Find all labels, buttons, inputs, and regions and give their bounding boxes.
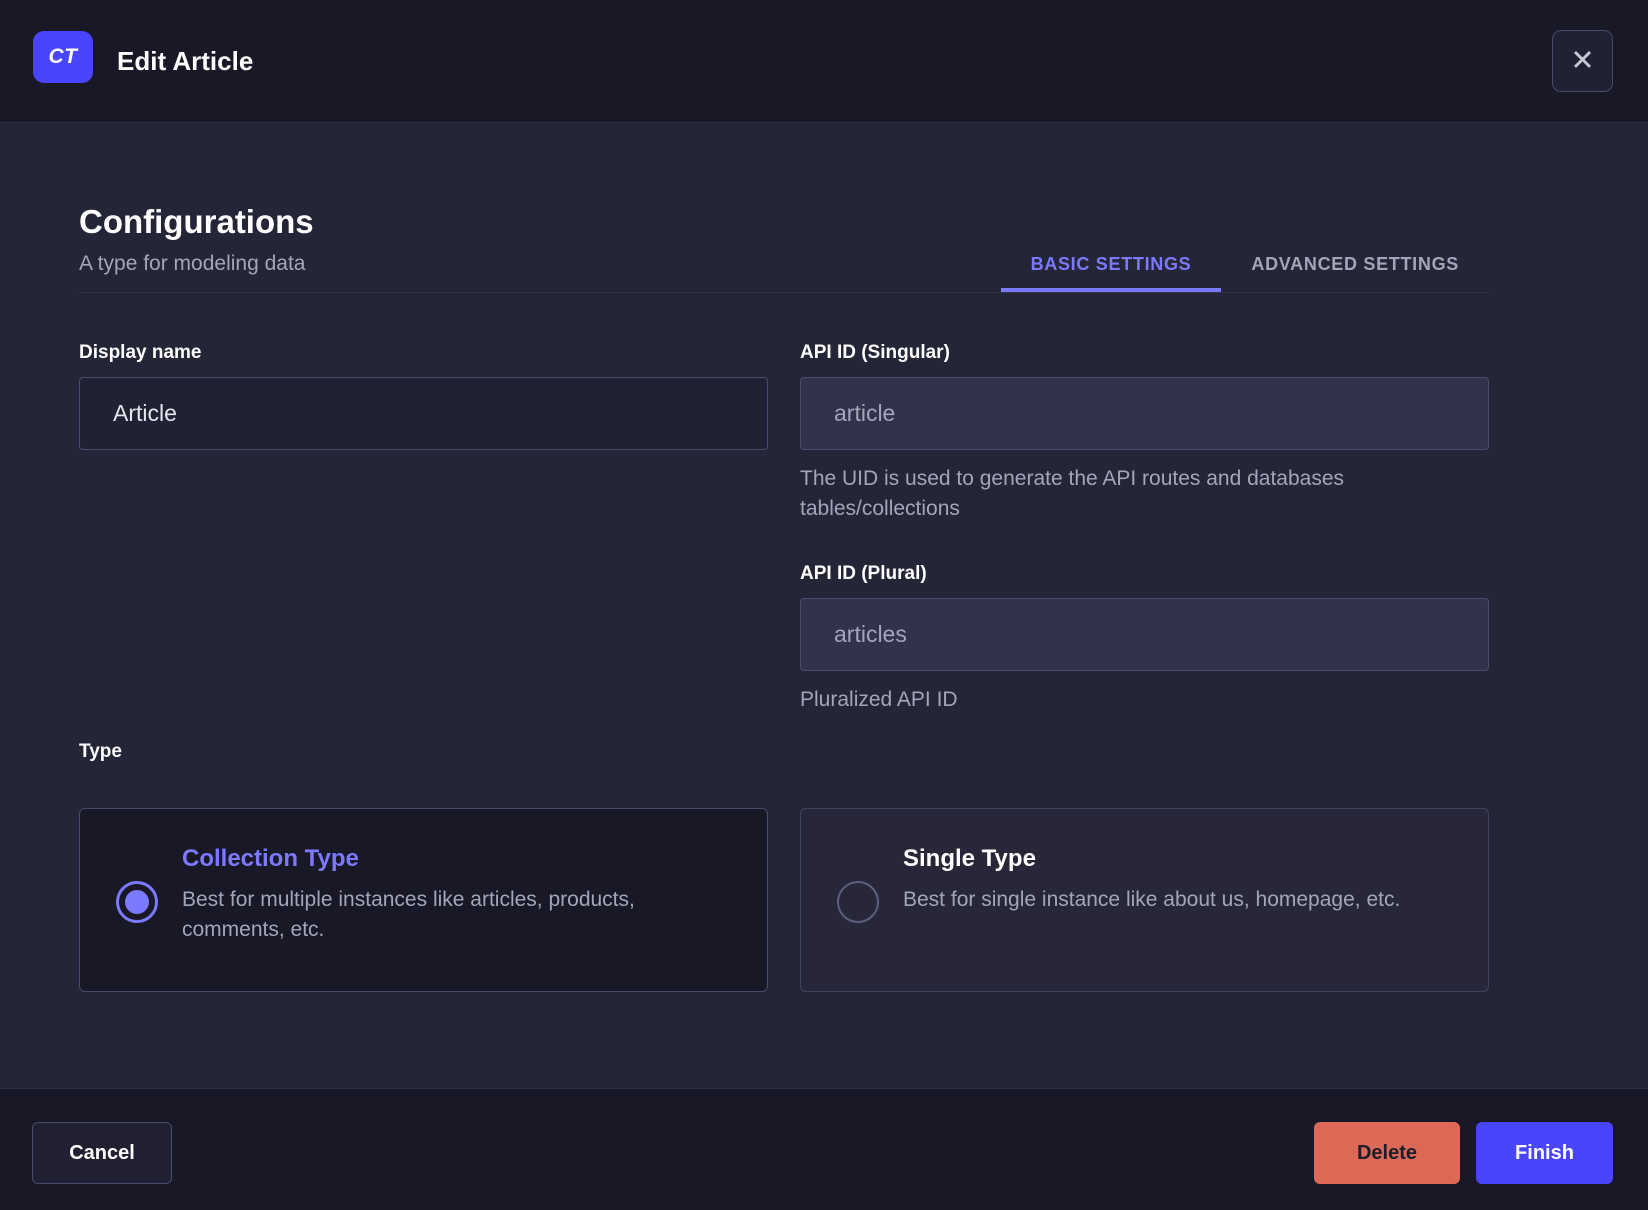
left-column: Display name — [79, 341, 768, 715]
type-section: Type Collection Type Best for multiple i… — [79, 740, 1489, 992]
single-type-option[interactable]: Single Type Best for single instance lik… — [800, 808, 1489, 992]
tab-advanced-settings[interactable]: ADVANCED SETTINGS — [1221, 254, 1489, 292]
page-title: Configurations — [79, 203, 314, 240]
display-name-input[interactable] — [79, 377, 768, 450]
collection-type-radio[interactable] — [116, 881, 158, 923]
modal-body: Configurations A type for modeling data … — [0, 124, 1648, 1088]
content-type-badge: CT — [33, 31, 93, 83]
configuration-form: Display name API ID (Singular) The UID i… — [79, 341, 1489, 715]
finish-button[interactable]: Finish — [1476, 1122, 1613, 1184]
radio-selected-dot-icon — [125, 890, 149, 914]
single-type-text: Single Type Best for single instance lik… — [903, 843, 1400, 915]
configurations-header: Configurations A type for modeling data … — [79, 124, 1489, 293]
api-id-singular-input[interactable] — [800, 377, 1489, 450]
tab-basic-settings[interactable]: BASIC SETTINGS — [1000, 254, 1222, 292]
edit-article-modal: CT Edit Article ✕ Configurations A type … — [0, 0, 1648, 1210]
settings-tabs: BASIC SETTINGS ADVANCED SETTINGS — [1000, 254, 1489, 292]
api-id-plural-label: API ID (Plural) — [800, 563, 927, 584]
collection-type-text: Collection Type Best for multiple instan… — [182, 843, 731, 945]
api-id-plural-hint: Pluralized API ID — [800, 688, 958, 711]
delete-button[interactable]: Delete — [1314, 1122, 1460, 1184]
single-type-description: Best for single instance like about us, … — [903, 888, 1401, 911]
cancel-button[interactable]: Cancel — [32, 1122, 172, 1184]
collection-type-title: Collection Type — [182, 845, 359, 872]
type-options: Collection Type Best for multiple instan… — [79, 808, 1489, 992]
modal-header: CT Edit Article ✕ — [0, 0, 1648, 123]
close-icon: ✕ — [1570, 44, 1595, 77]
display-name-label: Display name — [79, 342, 202, 363]
type-label: Type — [79, 741, 122, 762]
modal-footer: Cancel Delete Finish — [0, 1088, 1648, 1210]
close-button[interactable]: ✕ — [1552, 30, 1613, 92]
api-id-singular-label: API ID (Singular) — [800, 342, 950, 363]
single-type-radio[interactable] — [837, 881, 879, 923]
collection-type-option[interactable]: Collection Type Best for multiple instan… — [79, 808, 768, 992]
api-id-plural-input[interactable] — [800, 598, 1489, 671]
right-column: API ID (Singular) The UID is used to gen… — [800, 341, 1489, 715]
collection-type-description: Best for multiple instances like article… — [182, 888, 635, 941]
single-type-title: Single Type — [903, 845, 1036, 872]
modal-title: Edit Article — [117, 46, 254, 76]
api-id-singular-hint: The UID is used to generate the API rout… — [800, 467, 1345, 520]
